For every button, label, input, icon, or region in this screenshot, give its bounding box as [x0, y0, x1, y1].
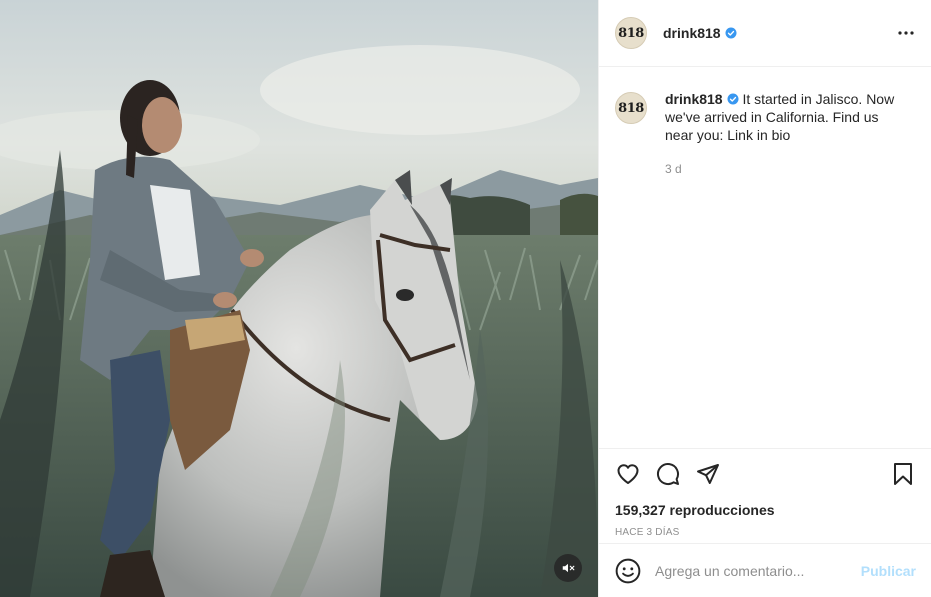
bookmark-icon	[894, 463, 912, 485]
caption-body: drink818 It started in Jalisco. Now we'v…	[665, 90, 900, 448]
comment-form: Publicar	[599, 543, 931, 597]
smiley-face-icon[interactable]	[615, 558, 641, 584]
more-options-button[interactable]	[895, 22, 917, 44]
comment-bubble-icon	[657, 463, 679, 485]
action-icon-row	[615, 461, 916, 487]
caption-avatar-logo-text: 818	[618, 100, 644, 116]
heart-icon	[617, 464, 639, 484]
caption-username[interactable]: drink818	[665, 91, 723, 107]
speaker-muted-icon	[562, 563, 575, 573]
verified-badge-icon	[725, 27, 737, 39]
caption-section: 818 drink818 It started in Jalisco. Now …	[599, 68, 931, 448]
post-header: 818 drink818	[599, 0, 931, 67]
comment-input[interactable]	[655, 562, 861, 579]
mute-button[interactable]	[554, 554, 582, 582]
caption-text-block: drink818 It started in Jalisco. Now we'v…	[665, 90, 900, 144]
comment-button[interactable]	[655, 461, 681, 487]
avatar-logo-text: 818	[618, 25, 644, 41]
post-media[interactable]	[0, 0, 598, 597]
view-count[interactable]: 159,327 reproducciones	[615, 502, 916, 518]
video-frame-woman-on-horse	[0, 0, 598, 597]
publish-button[interactable]: Publicar	[861, 563, 916, 579]
share-button[interactable]	[695, 461, 721, 487]
caption-timestamp[interactable]: 3 d	[665, 160, 900, 178]
post-date[interactable]: HACE 3 DÍAS	[615, 527, 916, 538]
post-actions: 159,327 reproducciones HACE 3 DÍAS	[599, 448, 931, 538]
like-button[interactable]	[615, 461, 641, 487]
verified-badge-icon	[727, 93, 739, 105]
avatar[interactable]: 818	[615, 17, 647, 49]
more-options-icon	[898, 31, 914, 35]
paper-plane-icon	[697, 464, 719, 484]
post-side-panel: 818 drink818 818 drink818 It started in …	[598, 0, 931, 597]
caption-avatar[interactable]: 818	[615, 92, 647, 124]
save-button[interactable]	[890, 461, 916, 487]
header-username[interactable]: drink818	[663, 25, 721, 41]
